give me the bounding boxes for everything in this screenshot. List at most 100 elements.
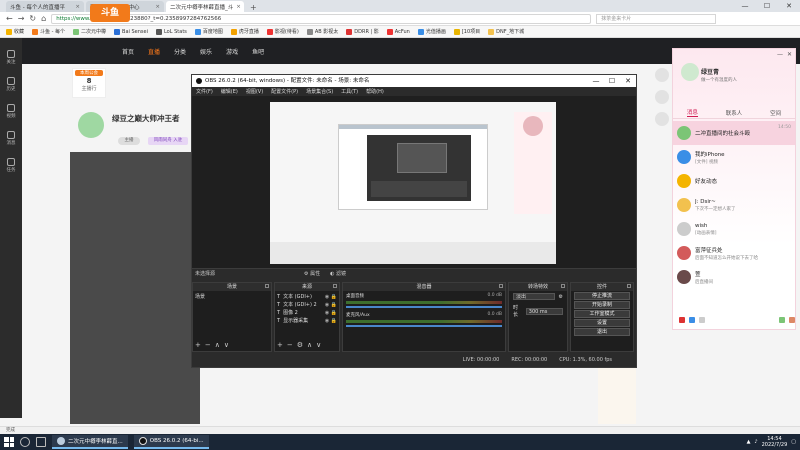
nav-item[interactable]: 直播 [148, 47, 160, 56]
notification-icon[interactable]: ▢ [791, 439, 796, 445]
source-item[interactable]: T 显示器采集 ◉ 🔒 [277, 317, 337, 325]
browser-tab-active[interactable]: 二次元中樽李林薛直播_斗 × [166, 1, 244, 12]
add-icon[interactable]: + [195, 341, 201, 349]
up-icon[interactable]: ∧ [307, 341, 312, 349]
maximize-button[interactable]: ☐ [604, 75, 620, 87]
volume-slider[interactable] [346, 325, 502, 327]
room-tag[interactable]: 主播 [118, 137, 140, 145]
bookmark-item[interactable]: 百度地图 [194, 28, 223, 35]
volume-icon[interactable]: ♪ [754, 439, 757, 445]
close-button[interactable]: ✕ [620, 75, 636, 87]
share-icon[interactable] [655, 90, 669, 104]
search-input[interactable]: 抹茶金来卡片 [596, 13, 717, 24]
minimize-button[interactable]: — [734, 0, 756, 12]
app-icon[interactable] [789, 317, 795, 323]
float-icon[interactable] [499, 284, 503, 288]
bookmark-item[interactable]: AcFun [386, 28, 410, 35]
transition-select[interactable]: 淡出 [513, 293, 555, 300]
qq-tab[interactable]: 消息 [686, 108, 698, 117]
nav-item[interactable]: 游戏 [226, 47, 238, 56]
qq-avatar[interactable] [681, 63, 699, 81]
duration-input[interactable]: 300 ms [525, 307, 563, 315]
bookmark-item[interactable]: Bai Sensei [114, 28, 148, 35]
bookmark-item[interactable]: LoL Stats [155, 28, 187, 35]
bookmark-item[interactable]: 影视(待看) [266, 28, 299, 35]
properties-button[interactable]: ⚙ 属性 [304, 269, 320, 279]
gear-icon[interactable]: ⚙ [559, 294, 563, 300]
app-icon[interactable] [779, 317, 785, 323]
qq-tab[interactable]: 空间 [770, 109, 781, 117]
control-button[interactable]: 工作室模式 [574, 310, 630, 318]
bookmark-item[interactable]: [10项目 [453, 28, 480, 35]
eye-icon[interactable]: ◉ 🔒 [325, 301, 337, 309]
remove-icon[interactable]: − [205, 341, 211, 349]
close-button[interactable]: ✕ [787, 51, 792, 58]
taskbar-app-browser[interactable]: 二次元中樽李林薛直... [52, 435, 128, 449]
conversation-item[interactable]: 萱后直播间 [673, 265, 795, 289]
close-button[interactable]: ✕ [778, 0, 800, 12]
reload-icon[interactable]: ↻ [29, 14, 36, 23]
forward-icon[interactable]: → [18, 14, 25, 23]
bookmark-item[interactable]: AB 影视太 [306, 28, 338, 35]
float-icon[interactable] [561, 284, 565, 288]
douyu-logo[interactable]: 斗鱼 [90, 4, 130, 22]
control-button[interactable]: 设置 [574, 319, 630, 327]
up-icon[interactable]: ∧ [215, 341, 220, 349]
control-button[interactable]: 停止推流 [574, 292, 630, 300]
bookmark-item[interactable]: 虎牙直播 [230, 28, 259, 35]
obs-menu-item[interactable]: 编辑(E) [221, 88, 238, 95]
bookmark-item[interactable]: 斗鱼 - 每个 [32, 28, 65, 35]
weekly-stat-card[interactable]: 本周公会 8 主播行 [72, 68, 106, 98]
bookmark-item[interactable]: 二次元中樽 [73, 28, 106, 35]
home-icon[interactable]: ⌂ [41, 14, 46, 23]
obs-menu-item[interactable]: 工具(T) [341, 88, 358, 95]
minimize-button[interactable]: — [777, 51, 783, 58]
menu-icon[interactable] [679, 317, 685, 323]
qq-signature[interactable]: 做一个有温度的人 [701, 77, 737, 83]
back-icon[interactable]: ← [6, 14, 13, 23]
video-player[interactable] [70, 152, 200, 424]
obs-menu-item[interactable]: 视图(V) [246, 88, 263, 95]
left-menu-item[interactable]: 视频 [0, 104, 22, 119]
conversation-item[interactable]: J: Dsir~ 下次不一定想人家了 [673, 193, 795, 217]
scene-item[interactable]: 场景 [195, 293, 269, 301]
control-button[interactable]: 开始录制 [574, 301, 630, 309]
float-icon[interactable] [627, 284, 631, 288]
left-menu-item[interactable]: 关注 [0, 50, 22, 65]
source-item[interactable]: T 图像 2 ◉ 🔒 [277, 309, 337, 317]
conversation-item[interactable]: 富萍征兵处 后面不知道怎么开始说下去了哈 [673, 241, 795, 265]
bookmark-item[interactable]: DDRR | 影 [346, 28, 379, 35]
maximize-button[interactable]: ☐ [756, 0, 778, 12]
clock[interactable]: 14:54 2022/7/29 [762, 436, 788, 448]
conversation-item[interactable]: 二冲直播间的社会斗殴 14:50 [673, 121, 795, 145]
bookmark-item[interactable]: DNF_地下城 [488, 28, 524, 35]
minimize-button[interactable]: — [588, 75, 604, 87]
conversation-item[interactable]: 我的iPhone [文件] 视频 [673, 145, 795, 169]
down-icon[interactable]: ∨ [224, 341, 229, 349]
nav-item[interactable]: 分类 [174, 47, 186, 56]
conversation-item[interactable]: wish [动画表情] [673, 217, 795, 241]
network-icon[interactable]: ▲ [747, 439, 751, 445]
windows-start-icon[interactable] [4, 437, 14, 447]
control-button[interactable]: 退出 [574, 328, 630, 336]
nav-item[interactable]: 娱乐 [200, 47, 212, 56]
nav-item[interactable]: 鱼吧 [252, 47, 264, 56]
source-item[interactable]: T 文本 (GDI+) ◉ 🔒 [277, 293, 337, 301]
app-icon[interactable] [655, 112, 669, 126]
add-icon[interactable]: + [277, 341, 283, 349]
room-tag[interactable]: 风雨同舟 入驻 [148, 137, 188, 145]
eye-icon[interactable]: ◉ 🔒 [325, 293, 337, 301]
gift-icon[interactable] [655, 68, 669, 82]
taskbar-app-obs[interactable]: OBS 26.0.2 (64-bi... [133, 435, 209, 449]
close-icon[interactable]: × [155, 4, 160, 10]
volume-slider[interactable] [346, 306, 502, 308]
nav-item[interactable]: 首页 [122, 47, 134, 56]
source-item[interactable]: T 文本 (GDI+) 2 ◉ 🔒 [277, 301, 337, 309]
left-menu-item[interactable]: 任务 [0, 158, 22, 173]
bookmark-item[interactable]: 收藏 [6, 28, 24, 35]
eye-icon[interactable]: ◉ 🔒 [325, 309, 337, 317]
url-field[interactable]: https://www.douyu.com/9123880?_t=0.23589… [51, 13, 592, 24]
conversation-item[interactable]: 好友动态 [673, 169, 795, 193]
search-icon[interactable] [20, 437, 30, 447]
anchor-avatar[interactable] [78, 112, 104, 138]
